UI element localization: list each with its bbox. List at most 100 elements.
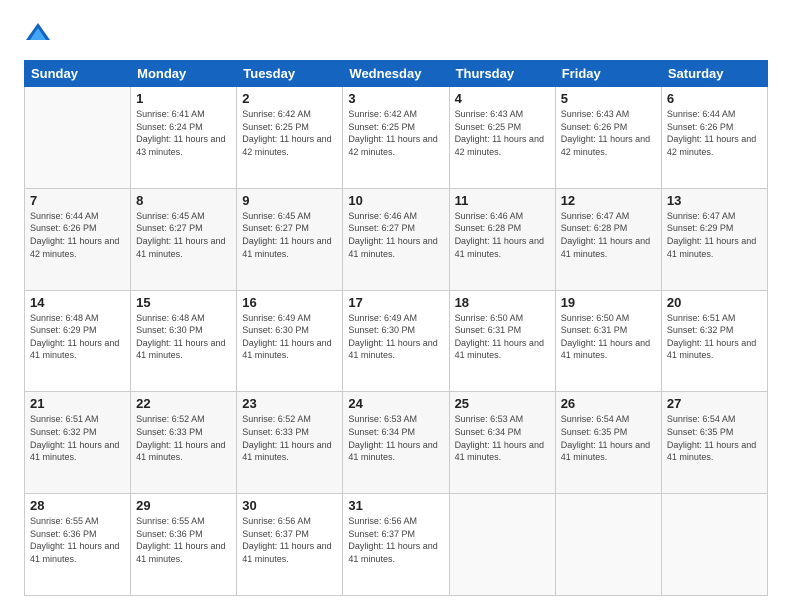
day-number: 9 xyxy=(242,193,337,208)
day-info: Sunrise: 6:43 AMSunset: 6:26 PMDaylight:… xyxy=(561,108,656,158)
day-number: 8 xyxy=(136,193,231,208)
day-info: Sunrise: 6:46 AMSunset: 6:27 PMDaylight:… xyxy=(348,210,443,260)
calendar-cell: 6 Sunrise: 6:44 AMSunset: 6:26 PMDayligh… xyxy=(661,87,767,189)
day-number: 11 xyxy=(455,193,550,208)
day-number: 1 xyxy=(136,91,231,106)
day-number: 12 xyxy=(561,193,656,208)
calendar-cell: 31 Sunrise: 6:56 AMSunset: 6:37 PMDaylig… xyxy=(343,494,449,596)
col-header-wednesday: Wednesday xyxy=(343,61,449,87)
calendar-cell: 3 Sunrise: 6:42 AMSunset: 6:25 PMDayligh… xyxy=(343,87,449,189)
calendar-cell: 5 Sunrise: 6:43 AMSunset: 6:26 PMDayligh… xyxy=(555,87,661,189)
day-info: Sunrise: 6:50 AMSunset: 6:31 PMDaylight:… xyxy=(561,312,656,362)
calendar-header-row: SundayMondayTuesdayWednesdayThursdayFrid… xyxy=(25,61,768,87)
day-number: 16 xyxy=(242,295,337,310)
day-info: Sunrise: 6:52 AMSunset: 6:33 PMDaylight:… xyxy=(242,413,337,463)
day-number: 21 xyxy=(30,396,125,411)
calendar-cell: 25 Sunrise: 6:53 AMSunset: 6:34 PMDaylig… xyxy=(449,392,555,494)
day-info: Sunrise: 6:46 AMSunset: 6:28 PMDaylight:… xyxy=(455,210,550,260)
day-number: 5 xyxy=(561,91,656,106)
day-info: Sunrise: 6:56 AMSunset: 6:37 PMDaylight:… xyxy=(242,515,337,565)
day-info: Sunrise: 6:44 AMSunset: 6:26 PMDaylight:… xyxy=(667,108,762,158)
day-number: 6 xyxy=(667,91,762,106)
day-number: 19 xyxy=(561,295,656,310)
calendar-cell: 8 Sunrise: 6:45 AMSunset: 6:27 PMDayligh… xyxy=(131,188,237,290)
day-info: Sunrise: 6:51 AMSunset: 6:32 PMDaylight:… xyxy=(30,413,125,463)
day-info: Sunrise: 6:55 AMSunset: 6:36 PMDaylight:… xyxy=(30,515,125,565)
day-number: 3 xyxy=(348,91,443,106)
day-info: Sunrise: 6:48 AMSunset: 6:29 PMDaylight:… xyxy=(30,312,125,362)
page: SundayMondayTuesdayWednesdayThursdayFrid… xyxy=(0,0,792,612)
logo xyxy=(24,20,56,48)
day-info: Sunrise: 6:49 AMSunset: 6:30 PMDaylight:… xyxy=(242,312,337,362)
calendar-cell: 17 Sunrise: 6:49 AMSunset: 6:30 PMDaylig… xyxy=(343,290,449,392)
calendar-cell: 2 Sunrise: 6:42 AMSunset: 6:25 PMDayligh… xyxy=(237,87,343,189)
day-info: Sunrise: 6:43 AMSunset: 6:25 PMDaylight:… xyxy=(455,108,550,158)
day-number: 24 xyxy=(348,396,443,411)
day-info: Sunrise: 6:52 AMSunset: 6:33 PMDaylight:… xyxy=(136,413,231,463)
day-info: Sunrise: 6:53 AMSunset: 6:34 PMDaylight:… xyxy=(348,413,443,463)
calendar-cell xyxy=(449,494,555,596)
col-header-thursday: Thursday xyxy=(449,61,555,87)
day-info: Sunrise: 6:48 AMSunset: 6:30 PMDaylight:… xyxy=(136,312,231,362)
calendar-cell: 11 Sunrise: 6:46 AMSunset: 6:28 PMDaylig… xyxy=(449,188,555,290)
calendar-cell: 24 Sunrise: 6:53 AMSunset: 6:34 PMDaylig… xyxy=(343,392,449,494)
day-number: 28 xyxy=(30,498,125,513)
day-number: 31 xyxy=(348,498,443,513)
calendar-cell: 19 Sunrise: 6:50 AMSunset: 6:31 PMDaylig… xyxy=(555,290,661,392)
day-info: Sunrise: 6:44 AMSunset: 6:26 PMDaylight:… xyxy=(30,210,125,260)
day-info: Sunrise: 6:50 AMSunset: 6:31 PMDaylight:… xyxy=(455,312,550,362)
calendar-cell: 12 Sunrise: 6:47 AMSunset: 6:28 PMDaylig… xyxy=(555,188,661,290)
day-info: Sunrise: 6:42 AMSunset: 6:25 PMDaylight:… xyxy=(348,108,443,158)
calendar-cell: 20 Sunrise: 6:51 AMSunset: 6:32 PMDaylig… xyxy=(661,290,767,392)
day-info: Sunrise: 6:41 AMSunset: 6:24 PMDaylight:… xyxy=(136,108,231,158)
calendar-cell: 7 Sunrise: 6:44 AMSunset: 6:26 PMDayligh… xyxy=(25,188,131,290)
calendar-cell: 15 Sunrise: 6:48 AMSunset: 6:30 PMDaylig… xyxy=(131,290,237,392)
calendar-cell: 29 Sunrise: 6:55 AMSunset: 6:36 PMDaylig… xyxy=(131,494,237,596)
day-info: Sunrise: 6:54 AMSunset: 6:35 PMDaylight:… xyxy=(667,413,762,463)
calendar-cell: 16 Sunrise: 6:49 AMSunset: 6:30 PMDaylig… xyxy=(237,290,343,392)
col-header-friday: Friday xyxy=(555,61,661,87)
day-number: 14 xyxy=(30,295,125,310)
day-info: Sunrise: 6:54 AMSunset: 6:35 PMDaylight:… xyxy=(561,413,656,463)
day-info: Sunrise: 6:53 AMSunset: 6:34 PMDaylight:… xyxy=(455,413,550,463)
calendar-cell: 10 Sunrise: 6:46 AMSunset: 6:27 PMDaylig… xyxy=(343,188,449,290)
day-info: Sunrise: 6:51 AMSunset: 6:32 PMDaylight:… xyxy=(667,312,762,362)
day-info: Sunrise: 6:55 AMSunset: 6:36 PMDaylight:… xyxy=(136,515,231,565)
calendar-cell: 28 Sunrise: 6:55 AMSunset: 6:36 PMDaylig… xyxy=(25,494,131,596)
day-number: 13 xyxy=(667,193,762,208)
day-number: 30 xyxy=(242,498,337,513)
day-number: 17 xyxy=(348,295,443,310)
calendar-cell xyxy=(25,87,131,189)
calendar-cell: 27 Sunrise: 6:54 AMSunset: 6:35 PMDaylig… xyxy=(661,392,767,494)
day-info: Sunrise: 6:47 AMSunset: 6:28 PMDaylight:… xyxy=(561,210,656,260)
calendar-cell: 4 Sunrise: 6:43 AMSunset: 6:25 PMDayligh… xyxy=(449,87,555,189)
day-number: 18 xyxy=(455,295,550,310)
calendar-cell: 23 Sunrise: 6:52 AMSunset: 6:33 PMDaylig… xyxy=(237,392,343,494)
calendar-cell: 14 Sunrise: 6:48 AMSunset: 6:29 PMDaylig… xyxy=(25,290,131,392)
day-number: 4 xyxy=(455,91,550,106)
day-number: 26 xyxy=(561,396,656,411)
logo-icon xyxy=(24,20,52,48)
col-header-monday: Monday xyxy=(131,61,237,87)
day-number: 7 xyxy=(30,193,125,208)
calendar-week-3: 14 Sunrise: 6:48 AMSunset: 6:29 PMDaylig… xyxy=(25,290,768,392)
calendar-cell: 22 Sunrise: 6:52 AMSunset: 6:33 PMDaylig… xyxy=(131,392,237,494)
header xyxy=(24,20,768,48)
calendar-cell xyxy=(661,494,767,596)
day-number: 27 xyxy=(667,396,762,411)
col-header-sunday: Sunday xyxy=(25,61,131,87)
calendar-cell: 30 Sunrise: 6:56 AMSunset: 6:37 PMDaylig… xyxy=(237,494,343,596)
day-number: 23 xyxy=(242,396,337,411)
day-info: Sunrise: 6:45 AMSunset: 6:27 PMDaylight:… xyxy=(136,210,231,260)
calendar-week-4: 21 Sunrise: 6:51 AMSunset: 6:32 PMDaylig… xyxy=(25,392,768,494)
col-header-tuesday: Tuesday xyxy=(237,61,343,87)
col-header-saturday: Saturday xyxy=(661,61,767,87)
day-number: 15 xyxy=(136,295,231,310)
day-number: 20 xyxy=(667,295,762,310)
day-number: 29 xyxy=(136,498,231,513)
calendar-cell: 9 Sunrise: 6:45 AMSunset: 6:27 PMDayligh… xyxy=(237,188,343,290)
day-number: 25 xyxy=(455,396,550,411)
day-info: Sunrise: 6:49 AMSunset: 6:30 PMDaylight:… xyxy=(348,312,443,362)
calendar-week-2: 7 Sunrise: 6:44 AMSunset: 6:26 PMDayligh… xyxy=(25,188,768,290)
day-info: Sunrise: 6:47 AMSunset: 6:29 PMDaylight:… xyxy=(667,210,762,260)
